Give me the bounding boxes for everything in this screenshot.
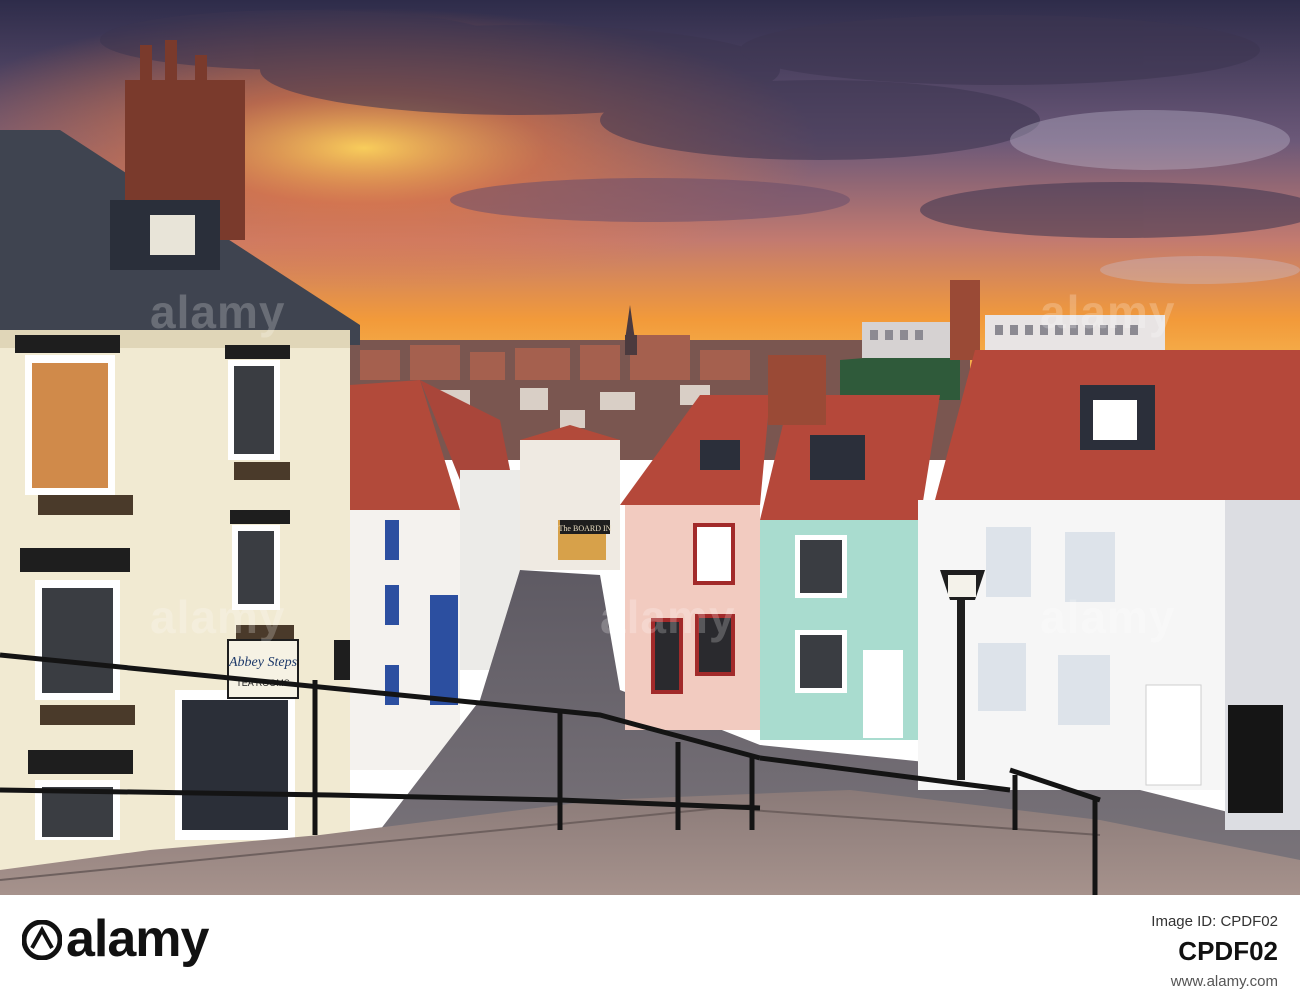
footer-meta: Image ID: CPDF02 CPDF02 www.alamy.com [1151, 913, 1278, 990]
alamy-logo-icon [22, 920, 62, 960]
pub-sign: The BOARD IN [559, 520, 612, 534]
street-scene-illustration: Abbey Steps TEA ROOMS The BOARD IN [0, 0, 1300, 895]
footer-url[interactable]: www.alamy.com [1151, 973, 1278, 990]
alamy-logo: alamy [22, 909, 209, 969]
sign-pub-text: The BOARD IN [559, 524, 612, 533]
sign-abbey-steps-text: Abbey Steps [228, 655, 298, 670]
image-id-label: Image ID: CPDF02 [1151, 913, 1278, 930]
photo: Abbey Steps TEA ROOMS The BOARD IN [0, 0, 1300, 895]
footer-bar: alamy Image ID: CPDF02 CPDF02 www.alamy.… [0, 895, 1300, 990]
alamy-logo-text: alamy [66, 910, 209, 968]
tea-rooms-sign: Abbey Steps TEA ROOMS [227, 639, 299, 699]
image-id-value: CPDF02 [1178, 936, 1278, 966]
